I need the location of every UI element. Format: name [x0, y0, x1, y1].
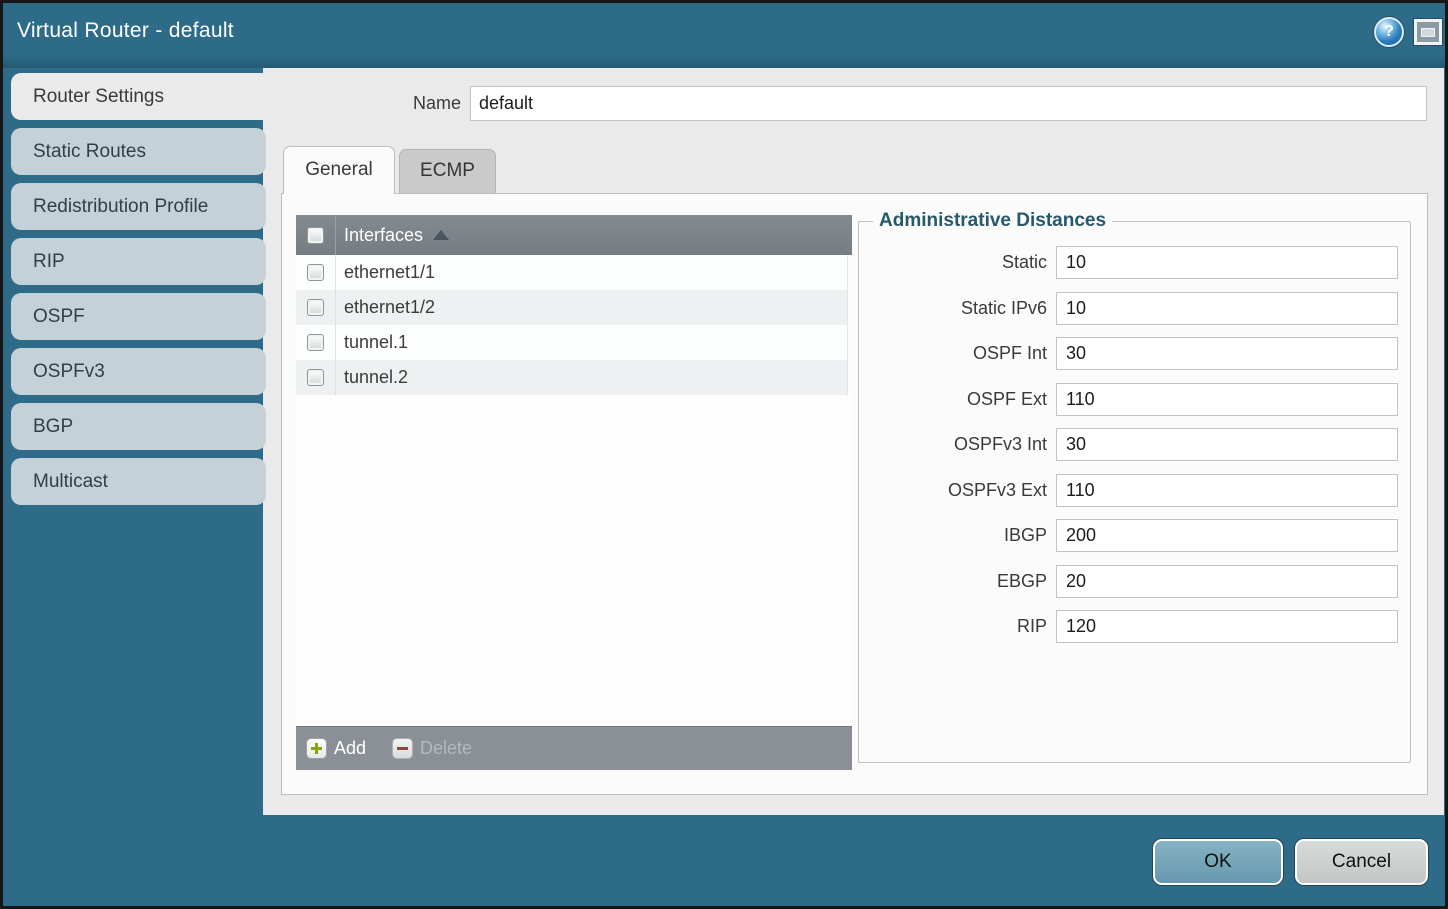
ad-row-static: Static: [871, 246, 1398, 279]
ospf-int-input[interactable]: [1056, 337, 1398, 370]
interfaces-table: Interfaces ethernet1/1 ethernet1/2 tunne…: [296, 215, 852, 770]
ad-row-ospfv3-int: OSPFv3 Int: [871, 428, 1398, 461]
tab-ecmp[interactable]: ECMP: [399, 149, 496, 193]
ibgp-label: IBGP: [871, 525, 1056, 546]
ospfv3-int-input[interactable]: [1056, 428, 1398, 461]
rip-input[interactable]: [1056, 610, 1398, 643]
row-checkbox[interactable]: [307, 264, 324, 281]
ospfv3-int-label: OSPFv3 Int: [871, 434, 1056, 455]
interface-name: ethernet1/2: [344, 297, 435, 318]
table-row-tunnel-1[interactable]: tunnel.1: [296, 325, 852, 360]
cancel-button[interactable]: Cancel: [1295, 839, 1428, 885]
interfaces-column-header[interactable]: Interfaces: [296, 215, 852, 255]
sidebar-item-router-settings[interactable]: Router Settings: [11, 73, 273, 120]
ospfv3-ext-label: OSPFv3 Ext: [871, 480, 1056, 501]
ospfv3-ext-input[interactable]: [1056, 474, 1398, 507]
interfaces-table-footer: Add Delete: [296, 726, 852, 770]
row-checkbox-cell: [296, 325, 336, 360]
ad-row-ospfv3-ext: OSPFv3 Ext: [871, 474, 1398, 507]
virtual-router-dialog: Virtual Router - default ? Router Settin…: [0, 0, 1448, 909]
interface-name: tunnel.1: [344, 332, 408, 353]
maximize-icon[interactable]: [1414, 19, 1442, 45]
row-checkbox-cell: [296, 290, 336, 325]
ospf-ext-input[interactable]: [1056, 383, 1398, 416]
static-label: Static: [871, 252, 1056, 273]
table-row-tunnel-2[interactable]: tunnel.2: [296, 360, 852, 395]
ad-row-ebgp: EBGP: [871, 565, 1398, 598]
administrative-distances-group: Administrative Distances Static Static I…: [858, 210, 1411, 763]
sidebar-item-static-routes[interactable]: Static Routes: [11, 128, 266, 175]
add-button[interactable]: Add: [306, 738, 366, 759]
table-row-ethernet1-1[interactable]: ethernet1/1: [296, 255, 852, 290]
ad-row-ibgp: IBGP: [871, 519, 1398, 552]
rip-label: RIP: [871, 616, 1056, 637]
dialog-title: Virtual Router - default: [17, 19, 234, 43]
ospf-int-label: OSPF Int: [871, 343, 1056, 364]
ebgp-input[interactable]: [1056, 565, 1398, 598]
interfaces-column-title: Interfaces: [344, 225, 423, 246]
delete-button-label: Delete: [420, 738, 472, 759]
sidebar-item-bgp[interactable]: BGP: [11, 403, 266, 450]
static-input[interactable]: [1056, 246, 1398, 279]
title-bar: Virtual Router - default ?: [3, 3, 1445, 68]
sort-ascending-icon[interactable]: [433, 230, 449, 240]
delete-button[interactable]: Delete: [392, 738, 472, 759]
help-icon[interactable]: ?: [1374, 17, 1404, 47]
sidebar-item-redistribution-profile[interactable]: Redistribution Profile: [11, 183, 266, 230]
ad-row-ospf-ext: OSPF Ext: [871, 383, 1398, 416]
select-all-checkbox[interactable]: [307, 227, 324, 244]
table-scrollbar[interactable]: [847, 255, 852, 395]
table-row-ethernet1-2[interactable]: ethernet1/2: [296, 290, 852, 325]
row-checkbox[interactable]: [307, 369, 324, 386]
select-all-cell: [296, 215, 336, 255]
name-field-label: Name: [333, 93, 461, 114]
sidebar-item-multicast[interactable]: Multicast: [11, 458, 266, 505]
interface-name: ethernet1/1: [344, 262, 435, 283]
sidebar-item-ospf[interactable]: OSPF: [11, 293, 266, 340]
ad-row-ospf-int: OSPF Int: [871, 337, 1398, 370]
interface-name: tunnel.2: [344, 367, 408, 388]
add-button-label: Add: [334, 738, 366, 759]
name-input[interactable]: [470, 86, 1427, 121]
ad-row-static-ipv6: Static IPv6: [871, 292, 1398, 325]
add-plus-icon: [306, 738, 327, 759]
row-checkbox-cell: [296, 255, 336, 290]
ok-button[interactable]: OK: [1153, 839, 1283, 885]
administrative-distances-title: Administrative Distances: [873, 210, 1112, 232]
ospf-ext-label: OSPF Ext: [871, 389, 1056, 410]
static-ipv6-label: Static IPv6: [871, 298, 1056, 319]
static-ipv6-input[interactable]: [1056, 292, 1398, 325]
interfaces-table-body: ethernet1/1 ethernet1/2 tunnel.1 tunnel.…: [296, 255, 852, 726]
row-checkbox[interactable]: [307, 334, 324, 351]
general-tab-panel: Interfaces ethernet1/1 ethernet1/2 tunne…: [281, 193, 1428, 795]
maximize-icon-inner: [1421, 28, 1435, 37]
sidebar-item-ospfv3[interactable]: OSPFv3: [11, 348, 266, 395]
tab-general[interactable]: General: [283, 146, 395, 194]
ebgp-label: EBGP: [871, 571, 1056, 592]
row-checkbox-cell: [296, 360, 336, 395]
ad-row-rip: RIP: [871, 610, 1398, 643]
row-checkbox[interactable]: [307, 299, 324, 316]
sidebar-item-rip[interactable]: RIP: [11, 238, 266, 285]
delete-minus-icon: [392, 738, 413, 759]
ibgp-input[interactable]: [1056, 519, 1398, 552]
